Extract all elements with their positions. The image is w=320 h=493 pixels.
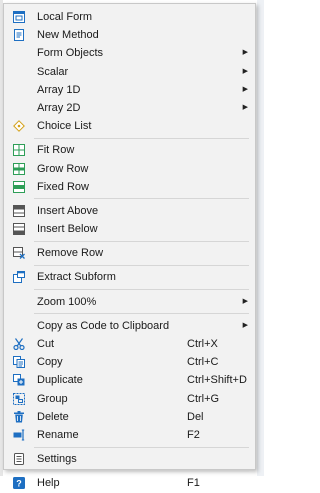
trash-icon bbox=[13, 410, 25, 423]
menu-item-fixed-row[interactable]: Fixed Row bbox=[4, 178, 255, 196]
menu-separator bbox=[34, 137, 249, 139]
scissors-icon bbox=[13, 338, 25, 350]
menu-separator bbox=[34, 470, 249, 472]
menu-item-insert-below[interactable]: Insert Below bbox=[4, 220, 255, 238]
menu-item-label: Scalar bbox=[37, 65, 69, 78]
menu-item-label: Copy bbox=[37, 356, 63, 369]
menu-item-local-form[interactable]: Local Form bbox=[4, 8, 255, 26]
menu-item-label: Rename bbox=[37, 428, 79, 441]
menu-item-label: Choice List bbox=[37, 120, 92, 133]
menu-item-grow-row[interactable]: Grow Row bbox=[4, 160, 255, 178]
menu-item-label: Group bbox=[37, 392, 68, 405]
local-form-icon bbox=[13, 11, 25, 23]
submenu-arrow-icon: ▶ bbox=[242, 67, 248, 75]
menu-item-new-method[interactable]: New Method bbox=[4, 26, 255, 44]
menu-item-label: Delete bbox=[37, 410, 69, 423]
background-window-right-edge bbox=[257, 0, 264, 476]
submenu-arrow-icon: ▶ bbox=[242, 103, 248, 111]
menu-item-label: Insert Above bbox=[37, 204, 99, 217]
insert-below-icon bbox=[13, 223, 25, 236]
menu-separator bbox=[34, 240, 249, 242]
menu-separator bbox=[34, 264, 249, 266]
menu-item-shortcut: F1 bbox=[187, 477, 200, 490]
submenu-arrow-icon: ▶ bbox=[242, 321, 248, 329]
copy-icon bbox=[13, 356, 25, 369]
menu-item-zoom[interactable]: Zoom 100% ▶ bbox=[4, 293, 255, 311]
menu-item-remove-row[interactable]: Remove Row bbox=[4, 244, 255, 262]
svg-text:?: ? bbox=[16, 479, 22, 489]
menu-item-label: Copy as Code to Clipboard bbox=[37, 319, 170, 332]
menu-item-label: Zoom 100% bbox=[37, 295, 97, 308]
grow-row-icon bbox=[13, 162, 25, 175]
context-menu: Local Form New Method Form Objects ▶ Sca… bbox=[3, 3, 256, 490]
settings-icon bbox=[13, 453, 25, 466]
submenu-arrow-icon: ▶ bbox=[242, 49, 248, 57]
menu-item-shortcut: Ctrl+X bbox=[187, 338, 218, 350]
group-icon bbox=[13, 392, 25, 405]
menu-item-label: Form Objects bbox=[37, 47, 104, 60]
new-method-icon bbox=[13, 29, 25, 42]
menu-item-insert-above[interactable]: Insert Above bbox=[4, 202, 255, 220]
menu-item-group[interactable]: Group Ctrl+G bbox=[4, 390, 255, 408]
menu-separator bbox=[34, 289, 249, 291]
menu-item-label: Help bbox=[37, 477, 60, 490]
menu-item-shortcut: F2 bbox=[187, 428, 200, 441]
menu-item-label: Array 1D bbox=[37, 83, 81, 96]
menu-item-fit-row[interactable]: Fit Row bbox=[4, 141, 255, 159]
menu-item-help[interactable]: ? Help F1 bbox=[4, 474, 255, 492]
menu-item-copy[interactable]: Copy Ctrl+C bbox=[4, 353, 255, 371]
choice-list-icon bbox=[13, 120, 25, 133]
menu-item-array-1d[interactable]: Array 1D ▶ bbox=[4, 81, 255, 99]
menu-separator bbox=[34, 313, 249, 315]
menu-item-label: Local Form bbox=[37, 11, 93, 23]
menu-item-duplicate[interactable]: Duplicate Ctrl+Shift+D bbox=[4, 371, 255, 389]
menu-item-label: Settings bbox=[37, 453, 77, 466]
duplicate-icon bbox=[13, 374, 25, 386]
menu-item-form-objects[interactable]: Form Objects ▶ bbox=[4, 44, 255, 62]
menu-item-label: Duplicate bbox=[37, 374, 83, 387]
menu-item-choice-list[interactable]: Choice List bbox=[4, 117, 255, 135]
menu-item-shortcut: Ctrl+Shift+D bbox=[187, 374, 247, 387]
menu-item-rename[interactable]: Rename F2 bbox=[4, 426, 255, 444]
menu-item-label: Fit Row bbox=[37, 144, 75, 157]
menu-item-label: Grow Row bbox=[37, 162, 89, 175]
menu-item-shortcut: Ctrl+G bbox=[187, 392, 220, 405]
menu-item-label: Fixed Row bbox=[37, 180, 89, 193]
menu-separator bbox=[34, 198, 249, 200]
menu-item-scalar[interactable]: Scalar ▶ bbox=[4, 63, 255, 81]
menu-separator bbox=[34, 446, 249, 448]
menu-item-copy-as-code[interactable]: Copy as Code to Clipboard ▶ bbox=[4, 317, 255, 335]
submenu-arrow-icon: ▶ bbox=[242, 297, 248, 305]
remove-row-icon bbox=[13, 247, 25, 260]
menu-item-label: Insert Below bbox=[37, 223, 98, 236]
submenu-arrow-icon: ▶ bbox=[242, 85, 248, 93]
menu-item-label: New Method bbox=[37, 29, 99, 42]
rename-icon bbox=[13, 429, 25, 441]
menu-item-label: Cut bbox=[37, 338, 55, 350]
menu-item-label: Extract Subform bbox=[37, 271, 116, 284]
fit-row-icon bbox=[13, 144, 25, 157]
menu-item-delete[interactable]: Delete Del bbox=[4, 408, 255, 426]
menu-item-label: Array 2D bbox=[37, 101, 81, 114]
menu-item-extract-subform[interactable]: Extract Subform bbox=[4, 268, 255, 286]
extract-subform-icon bbox=[13, 271, 25, 284]
menu-item-label: Remove Row bbox=[37, 247, 104, 260]
menu-item-shortcut: Del bbox=[187, 410, 204, 423]
help-icon: ? bbox=[13, 477, 25, 490]
insert-above-icon bbox=[13, 204, 25, 217]
fixed-row-icon bbox=[13, 180, 25, 193]
menu-item-shortcut: Ctrl+C bbox=[187, 356, 219, 369]
menu-item-array-2d[interactable]: Array 2D ▶ bbox=[4, 99, 255, 117]
menu-item-cut[interactable]: Cut Ctrl+X bbox=[4, 335, 255, 353]
menu-item-settings[interactable]: Settings bbox=[4, 450, 255, 468]
